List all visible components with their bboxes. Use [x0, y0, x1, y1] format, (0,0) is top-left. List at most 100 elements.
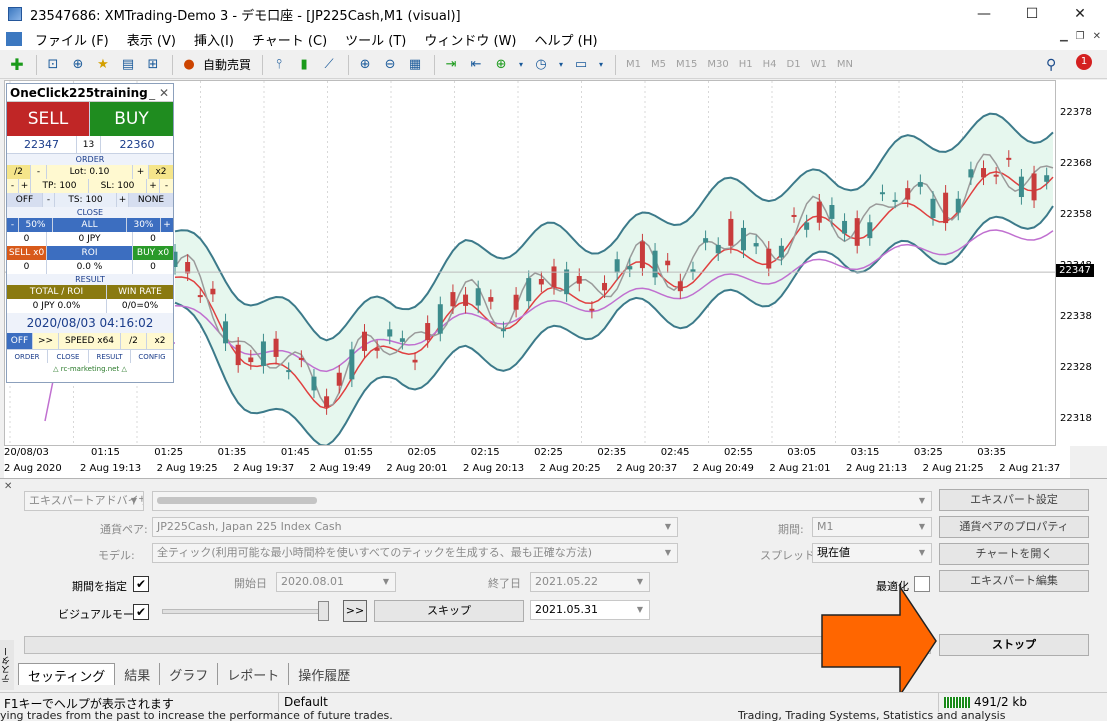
- tab-settings[interactable]: セッティング: [18, 663, 116, 685]
- tp-minus-button[interactable]: -: [7, 179, 19, 193]
- periods-dropdown-icon[interactable]: ▾: [555, 54, 567, 76]
- periods-icon[interactable]: ◷: [530, 54, 552, 76]
- menu-view[interactable]: 表示 (V): [118, 30, 185, 49]
- menu-tools[interactable]: ツール (T): [336, 30, 415, 49]
- tester-icon[interactable]: ⊞: [142, 54, 164, 76]
- expert-settings-button[interactable]: エキスパート設定: [939, 489, 1089, 511]
- spread-select[interactable]: 現在値 ▼: [812, 543, 932, 563]
- start-date-field[interactable]: 2020.08.01 ▼: [276, 572, 396, 592]
- skip-date-field[interactable]: 2021.05.31 ▼: [530, 600, 650, 620]
- ts-plus-button[interactable]: +: [117, 193, 129, 207]
- expert-name-select[interactable]: ▼: [152, 491, 932, 511]
- minimize-button[interactable]: —: [961, 0, 1007, 28]
- close-plus-button[interactable]: +: [161, 218, 173, 232]
- templates-icon[interactable]: ▭: [570, 54, 592, 76]
- indicators-icon[interactable]: ⊕: [490, 54, 512, 76]
- crosshair-icon[interactable]: ⊕: [67, 54, 89, 76]
- lot-double-button[interactable]: x2: [149, 165, 173, 179]
- forward-button[interactable]: >>: [343, 600, 367, 622]
- menu-help[interactable]: ヘルプ (H): [526, 30, 607, 49]
- buy-positions-button[interactable]: BUY x0: [133, 246, 173, 260]
- timeframe-m30[interactable]: M30: [702, 59, 733, 70]
- lot-half-button[interactable]: /2: [7, 165, 31, 179]
- menu-chart[interactable]: チャート (C): [243, 30, 336, 49]
- tp-plus-button[interactable]: +: [19, 179, 31, 193]
- tile-windows-icon[interactable]: ▦: [404, 54, 426, 76]
- stop-button[interactable]: ストップ: [939, 634, 1089, 656]
- replay-off-button[interactable]: OFF: [7, 333, 33, 349]
- timeframe-w1[interactable]: W1: [806, 59, 832, 70]
- timeframe-mn[interactable]: MN: [832, 59, 858, 70]
- sl-plus-button[interactable]: +: [147, 179, 160, 193]
- sl-minus-button[interactable]: -: [160, 179, 173, 193]
- terminal-icon[interactable]: ▤: [117, 54, 139, 76]
- speed-double-button[interactable]: x2: [147, 333, 173, 349]
- menu-file[interactable]: ファイル (F): [26, 30, 118, 49]
- line-chart-icon[interactable]: ⟋: [318, 54, 340, 76]
- lot-plus-button[interactable]: +: [133, 165, 149, 179]
- speed-half-button[interactable]: /2: [121, 333, 147, 349]
- timeframe-h4[interactable]: H4: [758, 59, 782, 70]
- close-minus-button[interactable]: -: [7, 218, 19, 232]
- expert-type-select[interactable]: エキスパートアドバイザ ▼: [24, 491, 144, 511]
- panel-tab-config[interactable]: CONFIG: [131, 350, 173, 363]
- tab-report[interactable]: レポート: [218, 663, 290, 685]
- lot-minus-button[interactable]: -: [31, 165, 47, 179]
- speed-slider-thumb[interactable]: [318, 601, 329, 621]
- tester-close-icon[interactable]: ✕: [4, 481, 12, 492]
- mdi-close-icon[interactable]: ✕: [1093, 31, 1101, 42]
- indicators-dropdown-icon[interactable]: ▾: [515, 54, 527, 76]
- notification-badge[interactable]: 1: [1076, 54, 1092, 70]
- zoom-in-icon[interactable]: ⊕: [354, 54, 376, 76]
- timeframe-d1[interactable]: D1: [782, 59, 806, 70]
- sell-positions-button[interactable]: SELL x0: [7, 246, 47, 260]
- close-button[interactable]: ✕: [1057, 0, 1103, 28]
- auto-trade-button[interactable]: 自動売買: [203, 56, 251, 73]
- sell-button[interactable]: SELL: [7, 102, 90, 136]
- tab-results[interactable]: 結果: [115, 663, 161, 685]
- bar-chart-icon[interactable]: ⫯: [268, 54, 290, 76]
- ts-minus-button[interactable]: -: [43, 193, 55, 207]
- autoscroll-icon[interactable]: ⇤: [465, 54, 487, 76]
- panel-tab-order[interactable]: ORDER: [7, 350, 48, 363]
- visual-mode-checkbox[interactable]: ✔: [133, 604, 149, 620]
- search-icon[interactable]: ⚲: [1046, 57, 1056, 73]
- market-watch-icon[interactable]: ⊡: [42, 54, 64, 76]
- timeframe-h1[interactable]: H1: [734, 59, 758, 70]
- open-chart-button[interactable]: チャートを開く: [939, 543, 1089, 565]
- timeframe-m15[interactable]: M15: [671, 59, 702, 70]
- zoom-out-icon[interactable]: ⊖: [379, 54, 401, 76]
- panel-close-icon[interactable]: _ ✕: [149, 84, 169, 102]
- use-date-checkbox[interactable]: ✔: [133, 576, 149, 592]
- buy-button[interactable]: BUY: [90, 102, 173, 136]
- speed-slider[interactable]: [162, 609, 328, 614]
- close-30-button[interactable]: 30%: [127, 218, 161, 232]
- ts-off-button[interactable]: OFF: [7, 193, 43, 207]
- edit-expert-button[interactable]: エキスパート編集: [939, 570, 1089, 592]
- menu-window[interactable]: ウィンドウ (W): [415, 30, 525, 49]
- close-all-button[interactable]: ALL: [53, 218, 127, 232]
- end-date-field[interactable]: 2021.05.22 ▼: [530, 572, 650, 592]
- ts-none-button[interactable]: NONE: [129, 193, 173, 207]
- symbol-properties-button[interactable]: 通貨ペアのプロパティ: [939, 516, 1089, 538]
- navigator-icon[interactable]: ★: [92, 54, 114, 76]
- panel-tab-result[interactable]: RESULT: [89, 350, 131, 363]
- templates-dropdown-icon[interactable]: ▾: [595, 54, 607, 76]
- maximize-button[interactable]: ☐: [1009, 0, 1055, 28]
- skip-button[interactable]: スキップ: [374, 600, 524, 622]
- tab-journal[interactable]: 操作履歴: [289, 663, 359, 685]
- symbol-select[interactable]: JP225Cash, Japan 225 Index Cash ▼: [152, 517, 678, 537]
- model-select[interactable]: 全ティック(利用可能な最小時間枠を使いすべてのティックを生成する、最も正確な方法…: [152, 543, 678, 563]
- close-50-button[interactable]: 50%: [19, 218, 53, 232]
- timeframe-m5[interactable]: M5: [646, 59, 671, 70]
- replay-forward-button[interactable]: >>: [33, 333, 59, 349]
- auto-trade-icon[interactable]: ●: [178, 54, 200, 76]
- tab-graph[interactable]: グラフ: [160, 663, 219, 685]
- mdi-restore-icon[interactable]: ❐: [1076, 31, 1085, 42]
- candlestick-icon[interactable]: ▮: [293, 54, 315, 76]
- chart-shift-icon[interactable]: ⇥: [440, 54, 462, 76]
- timeframe-m1[interactable]: M1: [621, 59, 646, 70]
- period-select[interactable]: M1 ▼: [812, 517, 932, 537]
- panel-tab-close[interactable]: CLOSE: [48, 350, 89, 363]
- mdi-minimize-icon[interactable]: ▁: [1060, 31, 1068, 42]
